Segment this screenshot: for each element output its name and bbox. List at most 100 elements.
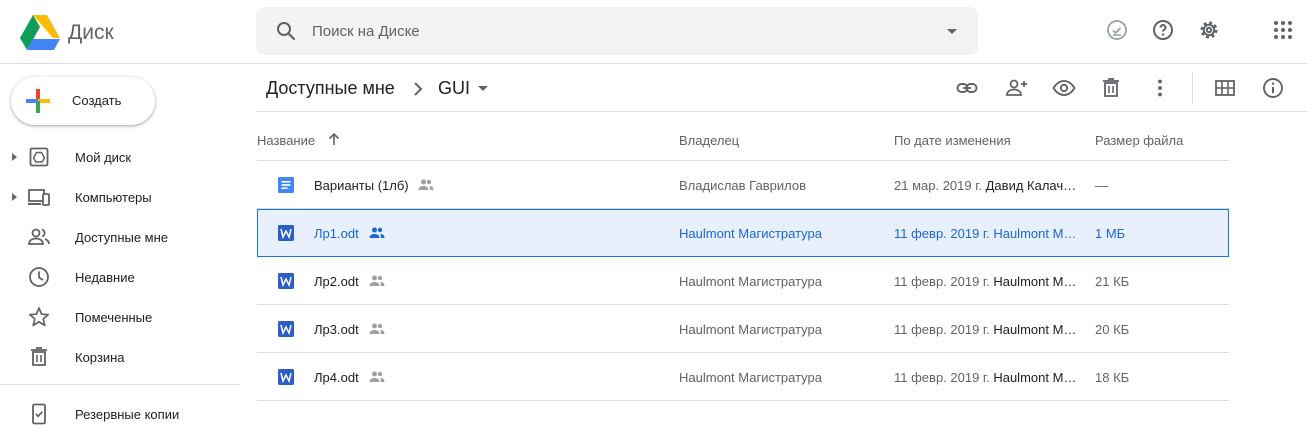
file-size: 21 КБ bbox=[1095, 274, 1130, 289]
settings-icon[interactable] bbox=[1197, 18, 1221, 42]
file-owner: Haulmont Магистратура bbox=[679, 322, 822, 337]
shared-people-icon bbox=[369, 323, 385, 334]
word-file-icon bbox=[278, 369, 294, 385]
table-row[interactable]: Лр2.odt Haulmont Магистратура 11 февр. 2… bbox=[257, 257, 1229, 305]
offline-icon[interactable] bbox=[1105, 18, 1129, 42]
app-title[interactable]: Диск bbox=[68, 21, 114, 45]
word-file-icon bbox=[278, 273, 294, 289]
file-name[interactable]: Лр2.odt bbox=[314, 274, 359, 289]
file-modified: 11 февр. 2019 г. Haulmont M… bbox=[894, 370, 1076, 385]
modified-date: 21 мар. 2019 г. bbox=[894, 178, 982, 193]
my-drive-icon bbox=[29, 147, 49, 167]
computers-icon bbox=[28, 189, 50, 206]
help-icon[interactable] bbox=[1151, 18, 1175, 42]
search-options-dropdown-icon[interactable] bbox=[940, 19, 964, 43]
top-bar: Диск bbox=[0, 0, 1307, 64]
shared-people-icon bbox=[418, 179, 434, 190]
column-header-size[interactable]: Размер файла bbox=[1095, 133, 1183, 148]
file-name[interactable]: Лр4.odt bbox=[314, 370, 359, 385]
sidebar-item-label: Резервные копии bbox=[75, 407, 180, 422]
sidebar-item-label: Помеченные bbox=[75, 310, 153, 325]
toolbar-divider bbox=[1192, 72, 1193, 104]
expand-arrow-icon[interactable] bbox=[12, 193, 17, 201]
file-name[interactable]: Лр1.odt bbox=[314, 226, 359, 241]
file-modified: 11 февр. 2019 г. Haulmont M… bbox=[894, 322, 1076, 337]
more-icon[interactable] bbox=[1148, 76, 1172, 100]
file-name[interactable]: Варианты (1лб) bbox=[314, 178, 409, 193]
file-size: 18 КБ bbox=[1095, 370, 1130, 385]
search-icon[interactable] bbox=[274, 19, 298, 43]
trash-icon bbox=[31, 347, 47, 366]
toolbar-divider-line bbox=[256, 111, 1307, 112]
column-header-name[interactable]: Название bbox=[257, 133, 315, 148]
file-owner: Haulmont Магистратура bbox=[679, 226, 822, 241]
sidebar-item-backups[interactable]: Резервные копии bbox=[0, 397, 240, 431]
share-icon[interactable] bbox=[1004, 76, 1028, 100]
grid-view-icon[interactable] bbox=[1213, 76, 1237, 100]
file-name[interactable]: Лр3.odt bbox=[314, 322, 359, 337]
shared-people-icon bbox=[369, 371, 385, 382]
star-icon bbox=[28, 307, 50, 327]
search-input[interactable] bbox=[312, 7, 912, 55]
file-owner: Haulmont Магистратура bbox=[679, 370, 822, 385]
column-header-owner[interactable]: Владелец bbox=[679, 133, 739, 148]
create-button[interactable]: Создать bbox=[11, 77, 155, 125]
file-size: 1 МБ bbox=[1095, 226, 1126, 241]
apps-icon[interactable] bbox=[1271, 18, 1295, 42]
word-file-icon bbox=[278, 225, 294, 241]
plus-icon bbox=[26, 89, 50, 113]
header-row-divider bbox=[257, 113, 1229, 161]
preview-icon[interactable] bbox=[1052, 76, 1076, 100]
sidebar-item-computers[interactable]: Компьютеры bbox=[0, 180, 240, 214]
modified-date: 11 февр. 2019 г. bbox=[894, 274, 990, 289]
sidebar-item-shared-with-me[interactable]: Доступные мне bbox=[0, 220, 240, 254]
file-modified: 11 февр. 2019 г. Haulmont M… bbox=[894, 274, 1076, 289]
table-row-selected[interactable]: Лр1.odt Haulmont Магистратура 11 февр. 2… bbox=[257, 209, 1229, 257]
sidebar-item-label: Недавние bbox=[75, 270, 135, 285]
info-icon[interactable] bbox=[1261, 76, 1285, 100]
breadcrumb-chevron-icon bbox=[414, 82, 423, 96]
backups-icon bbox=[32, 403, 46, 425]
link-icon[interactable] bbox=[955, 76, 979, 100]
search-bar[interactable] bbox=[256, 7, 978, 55]
sort-ascending-icon[interactable] bbox=[326, 131, 342, 147]
sidebar-item-recent[interactable]: Недавние bbox=[0, 260, 240, 294]
breadcrumb-root[interactable]: Доступные мне bbox=[266, 78, 395, 99]
table-row[interactable]: Варианты (1лб) Владислав Гаврилов 21 мар… bbox=[257, 161, 1229, 209]
recent-icon bbox=[29, 267, 49, 287]
folder-menu-dropdown-icon[interactable] bbox=[478, 86, 488, 91]
table-row[interactable]: Лр3.odt Haulmont Магистратура 11 февр. 2… bbox=[257, 305, 1229, 353]
file-size: — bbox=[1095, 178, 1108, 193]
file-owner: Haulmont Магистратура bbox=[679, 274, 822, 289]
column-header-modified[interactable]: По дате изменения bbox=[894, 133, 1011, 148]
modified-date: 11 февр. 2019 г. bbox=[894, 322, 990, 337]
modified-by: Haulmont M… bbox=[993, 274, 1077, 289]
drive-logo-icon[interactable] bbox=[20, 14, 60, 50]
modified-date: 11 февр. 2019 г. bbox=[894, 226, 990, 241]
shared-people-icon bbox=[369, 275, 385, 286]
sidebar-item-trash[interactable]: Корзина bbox=[0, 340, 240, 374]
modified-date: 11 февр. 2019 г. bbox=[894, 370, 990, 385]
word-file-icon bbox=[278, 321, 294, 337]
sidebar-item-label: Доступные мне bbox=[75, 230, 169, 245]
file-modified: 21 мар. 2019 г. Давид Калач… bbox=[894, 178, 1076, 193]
create-button-label: Создать bbox=[72, 93, 122, 108]
modified-by: Haulmont M… bbox=[993, 322, 1077, 337]
file-size: 20 КБ bbox=[1095, 322, 1130, 337]
file-owner: Владислав Гаврилов bbox=[679, 178, 806, 193]
sidebar-item-label: Корзина bbox=[75, 350, 125, 365]
breadcrumb-current-folder[interactable]: GUI bbox=[438, 78, 470, 99]
sidebar-divider bbox=[0, 384, 240, 385]
delete-icon[interactable] bbox=[1099, 76, 1123, 100]
modified-by: Haulmont M… bbox=[993, 226, 1077, 241]
expand-arrow-icon[interactable] bbox=[12, 153, 17, 161]
modified-by: Давид Калач… bbox=[985, 178, 1077, 193]
google-doc-icon bbox=[278, 177, 294, 193]
table-row[interactable]: Лр4.odt Haulmont Магистратура 11 февр. 2… bbox=[257, 353, 1229, 401]
sidebar-item-my-drive[interactable]: Мой диск bbox=[0, 140, 240, 174]
file-modified: 11 февр. 2019 г. Haulmont M… bbox=[894, 226, 1076, 241]
sidebar-item-starred[interactable]: Помеченные bbox=[0, 300, 240, 334]
shared-with-me-icon bbox=[28, 228, 50, 245]
sidebar-item-label: Компьютеры bbox=[75, 190, 152, 205]
shared-people-icon bbox=[369, 227, 385, 238]
